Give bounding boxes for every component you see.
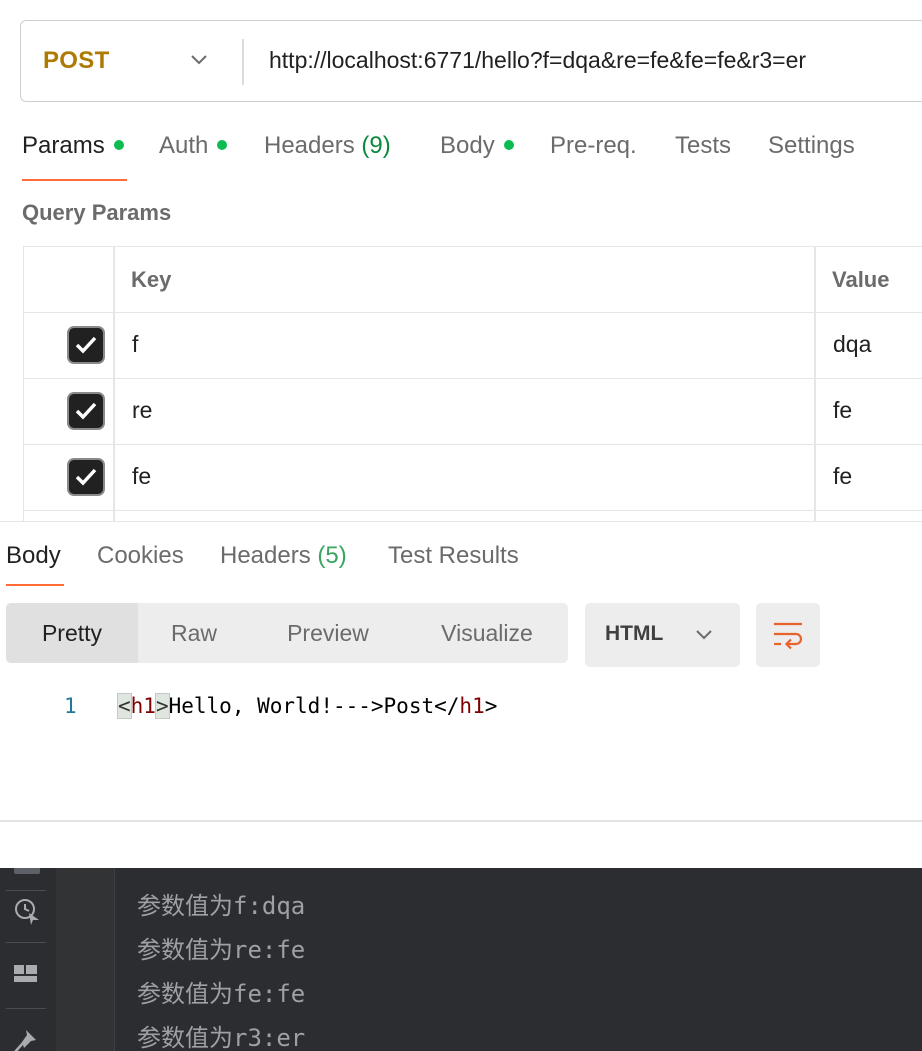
- url-divider: [242, 39, 244, 85]
- tab-auth-label: Auth: [159, 132, 209, 159]
- table-header-row: Key Value: [24, 247, 922, 313]
- param-key[interactable]: re: [132, 397, 152, 424]
- console-line: 参数值为f:dqa: [137, 892, 306, 920]
- checkbox-checked-icon: [75, 402, 97, 420]
- status-dot: [503, 139, 514, 150]
- tab-tests[interactable]: Tests: [675, 132, 731, 160]
- active-tab-indicator: [22, 179, 127, 181]
- pin-icon[interactable]: [12, 1026, 42, 1051]
- response-tab-body[interactable]: Body: [6, 542, 61, 570]
- code-content[interactable]: <h1>Hello, World!--->Post</h1>: [117, 693, 498, 719]
- view-pretty[interactable]: Pretty: [6, 603, 138, 663]
- code-punct: >: [484, 694, 498, 718]
- active-response-tab-indicator: [6, 584, 64, 586]
- request-url-bar: POST http://localhost:6771/hello?f=dqa&r…: [20, 20, 922, 102]
- tab-auth[interactable]: Auth: [159, 132, 228, 160]
- history-icon[interactable]: [12, 896, 42, 926]
- url-input[interactable]: http://localhost:6771/hello?f=dqa&re=fe&…: [269, 47, 806, 74]
- response-tab-headers[interactable]: Headers (5): [220, 542, 347, 570]
- query-params-table: Key Value f dqa re fe fe fe: [23, 246, 922, 537]
- tag-name: h1: [130, 694, 156, 718]
- tab-pre-request[interactable]: Pre-req.: [550, 132, 637, 160]
- wrap-lines-icon: [774, 622, 803, 649]
- response-tab-headers-label: Headers: [220, 542, 311, 569]
- response-tab-headers-count: (5): [317, 542, 347, 569]
- response-panel: Body Cookies Headers (5) Test Results Pr…: [0, 521, 922, 868]
- chevron-down-icon: [696, 630, 712, 640]
- param-checkbox[interactable]: [69, 394, 103, 428]
- status-dot: [217, 139, 228, 150]
- console-line: 参数值为re:fe: [137, 936, 306, 964]
- view-preview[interactable]: Preview: [250, 603, 406, 663]
- line-number: 1: [64, 694, 77, 718]
- param-value[interactable]: fe: [833, 397, 852, 424]
- param-checkbox[interactable]: [69, 328, 103, 362]
- bracket-highlight: <: [117, 693, 132, 719]
- view-raw[interactable]: Raw: [138, 603, 250, 663]
- param-value[interactable]: dqa: [833, 331, 871, 358]
- bracket-highlight: >: [154, 693, 170, 719]
- wrap-lines-button[interactable]: [756, 603, 820, 667]
- param-value[interactable]: fe: [833, 463, 852, 490]
- tab-headers[interactable]: Headers (9): [264, 132, 391, 160]
- query-params-title: Query Params: [22, 200, 172, 225]
- format-select[interactable]: HTML: [585, 603, 740, 667]
- console-line: 参数值为r3:er: [137, 1024, 306, 1051]
- divider: [6, 942, 46, 943]
- console-tool-gutter: [0, 868, 57, 1051]
- toolbar-icon[interactable]: [14, 868, 40, 874]
- code-line: 1 <h1>Hello, World!--->Post</h1>: [0, 692, 922, 726]
- console-fold-gutter: [56, 868, 115, 1051]
- tab-body-label: Body: [440, 132, 495, 159]
- table-row: f dqa: [24, 313, 922, 379]
- table-row: re fe: [24, 379, 922, 445]
- param-checkbox[interactable]: [69, 460, 103, 494]
- view-mode-switcher: Pretty Raw Preview Visualize: [6, 603, 568, 663]
- value-column-header: Value: [832, 267, 890, 292]
- tab-settings[interactable]: Settings: [768, 132, 855, 160]
- tab-body[interactable]: Body: [440, 132, 514, 160]
- param-key[interactable]: f: [132, 331, 138, 358]
- layout-icon[interactable]: [12, 962, 40, 988]
- param-key[interactable]: fe: [132, 463, 151, 490]
- status-dot: [113, 139, 124, 150]
- divider: [6, 890, 46, 891]
- tag-name: h1: [459, 694, 485, 718]
- tab-params[interactable]: Params: [22, 132, 124, 160]
- ide-console: 参数值为f:dqa 参数值为re:fe 参数值为fe:fe 参数值为r3:er: [0, 868, 922, 1051]
- table-row: fe fe: [24, 445, 922, 511]
- code-punct: </: [434, 694, 460, 718]
- view-visualize[interactable]: Visualize: [406, 603, 568, 663]
- checkbox-checked-icon: [75, 468, 97, 486]
- tab-headers-count: (9): [361, 132, 391, 159]
- tab-params-label: Params: [22, 132, 105, 159]
- key-column-header: Key: [131, 267, 172, 292]
- code-text: Hello, World!--->Post: [168, 694, 435, 718]
- response-tab-cookies[interactable]: Cookies: [97, 542, 184, 570]
- divider: [6, 1008, 46, 1009]
- tab-headers-label: Headers: [264, 132, 355, 159]
- chevron-down-icon[interactable]: [189, 53, 209, 67]
- app-window: POST http://localhost:6771/hello?f=dqa&r…: [0, 0, 922, 1051]
- panel-divider: [0, 820, 922, 822]
- console-line: 参数值为fe:fe: [137, 980, 306, 1008]
- response-tab-test-results[interactable]: Test Results: [388, 542, 519, 570]
- method-select[interactable]: POST: [43, 47, 110, 75]
- checkbox-checked-icon: [75, 336, 97, 354]
- format-label: HTML: [605, 622, 664, 645]
